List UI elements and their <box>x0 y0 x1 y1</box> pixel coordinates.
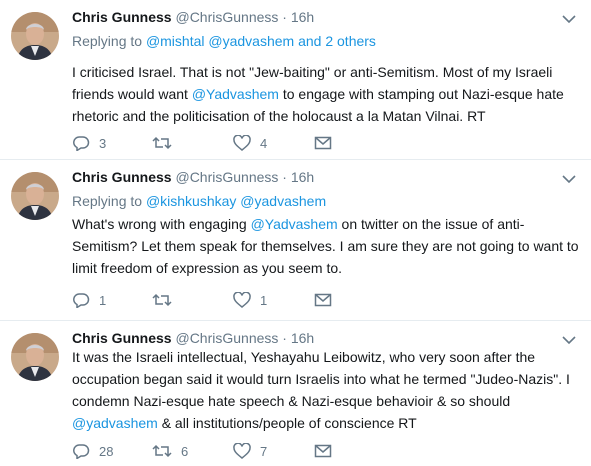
tweet-text-line: condemn Nazi-esque hate speech & Nazi-es… <box>72 393 511 409</box>
tweet[interactable]: Chris Gunness @ChrisGunness · 16h Replyi… <box>0 0 591 160</box>
retweet-button[interactable]: 6 <box>152 441 188 461</box>
tweet-text-line: limit freedom of expression as you seem … <box>72 260 343 276</box>
tweet-text: It was the Israeli intellectual, Yeshaya… <box>72 346 572 434</box>
message-icon <box>314 292 332 308</box>
heart-icon <box>233 443 251 459</box>
avatar[interactable] <box>11 172 59 220</box>
heart-icon <box>233 135 251 151</box>
text-segment: friends would want <box>72 86 192 102</box>
reply-button[interactable]: 3 <box>72 133 106 153</box>
mention-link[interactable]: @kishkushkay <box>146 193 236 209</box>
text-segment: to engage with stamping out Nazi-esque h… <box>278 86 564 102</box>
tweet-actions: 28 6 7 <box>72 441 572 461</box>
direct-message-button[interactable] <box>314 133 332 153</box>
reply-button[interactable]: 28 <box>72 441 113 461</box>
avatar[interactable] <box>11 333 59 381</box>
text-segment: & all institutions/people of conscience … <box>157 415 417 431</box>
retweet-button[interactable] <box>152 290 181 310</box>
replying-to-label: Replying to <box>72 33 143 49</box>
like-count: 1 <box>260 292 268 308</box>
direct-message-button[interactable] <box>314 290 332 310</box>
heart-icon <box>233 292 251 308</box>
tweet-text: What's wrong with engaging @Yadvashem on… <box>72 213 579 279</box>
timestamp[interactable]: 16h <box>291 9 314 25</box>
reply-icon <box>72 135 90 151</box>
like-button[interactable]: 1 <box>233 290 267 310</box>
mention-link[interactable]: @mishtal <box>146 33 205 49</box>
author-handle[interactable]: @ChrisGunness <box>175 9 278 25</box>
author-name[interactable]: Chris Gunness <box>72 9 172 25</box>
reply-count: 1 <box>99 292 107 308</box>
tweet-text-line: occupation began said it would turn Isra… <box>72 371 570 387</box>
mention-link[interactable]: @yadvashem <box>240 193 326 209</box>
message-icon <box>314 135 332 151</box>
like-button[interactable]: 4 <box>233 133 267 153</box>
timestamp[interactable]: 16h <box>291 330 314 346</box>
like-button[interactable]: 7 <box>233 441 267 461</box>
tweet-actions: 3 4 <box>72 133 572 153</box>
text-segment: on twitter on the issue of anti- <box>337 216 525 232</box>
tweet-text-line: Semitism? Let them speak for themselves.… <box>72 238 579 254</box>
replying-to: Replying to @mishtal @yadvashem and 2 ot… <box>72 33 376 49</box>
tweet-text-line: rhetoric and the politicisation of the h… <box>72 108 486 124</box>
tweet-header: Chris Gunness @ChrisGunness · 16h <box>72 9 314 25</box>
replying-to-label: Replying to <box>72 193 143 209</box>
tweet-text-line: What's wrong with engaging @Yadvashem on… <box>72 213 572 235</box>
separator-dot: · <box>282 330 287 346</box>
direct-message-button[interactable] <box>314 441 332 461</box>
retweet-count: 6 <box>181 443 189 459</box>
reply-button[interactable]: 1 <box>72 290 106 310</box>
message-icon <box>314 443 332 459</box>
tweet-header: Chris Gunness @ChrisGunness · 16h <box>72 330 314 346</box>
author-name[interactable]: Chris Gunness <box>72 330 172 346</box>
replying-to: Replying to @kishkushkay @yadvashem <box>72 193 326 209</box>
author-name[interactable]: Chris Gunness <box>72 169 172 185</box>
tweet-actions: 1 1 <box>72 290 572 310</box>
reply-icon <box>72 443 90 459</box>
tweet[interactable]: Chris Gunness @ChrisGunness · 16h Replyi… <box>0 160 591 321</box>
tweet[interactable]: Chris Gunness @ChrisGunness · 16h It was… <box>0 321 591 466</box>
text-segment: What's wrong with engaging <box>72 216 251 232</box>
mention-link[interactable]: @yadvashem <box>72 415 158 431</box>
tweet-text-line: It was the Israeli intellectual, Yeshaya… <box>72 349 536 365</box>
tweet-text-line: I criticised Israel. That is not "Jew-ba… <box>72 64 553 80</box>
author-handle[interactable]: @ChrisGunness <box>175 169 278 185</box>
retweet-icon <box>152 135 172 151</box>
reply-count: 3 <box>99 135 107 151</box>
tweet-text-line: @yadvashem & all institutions/people of … <box>72 412 572 434</box>
retweet-icon <box>152 443 172 459</box>
author-handle[interactable]: @ChrisGunness <box>175 330 278 346</box>
timestamp[interactable]: 16h <box>291 169 314 185</box>
mention-link[interactable]: @Yadvashem <box>192 86 279 102</box>
separator-dot: · <box>282 9 287 25</box>
like-count: 7 <box>260 443 268 459</box>
caret-down-icon[interactable] <box>561 12 577 24</box>
mention-link[interactable]: @Yadvashem <box>251 216 338 232</box>
reply-icon <box>72 292 90 308</box>
tweet-text: I criticised Israel. That is not "Jew-ba… <box>72 61 572 127</box>
tweet-header: Chris Gunness @ChrisGunness · 16h <box>72 169 314 185</box>
others-link[interactable]: and 2 others <box>298 33 376 49</box>
separator-dot: · <box>282 169 287 185</box>
reply-count: 28 <box>99 443 114 459</box>
mention-link[interactable]: @yadvashem <box>208 33 294 49</box>
avatar[interactable] <box>11 12 59 60</box>
retweet-button[interactable] <box>152 133 181 153</box>
retweet-icon <box>152 292 172 308</box>
caret-down-icon[interactable] <box>561 333 577 345</box>
tweet-text-line: friends would want @Yadvashem to engage … <box>72 83 572 105</box>
caret-down-icon[interactable] <box>561 172 577 184</box>
like-count: 4 <box>260 135 268 151</box>
